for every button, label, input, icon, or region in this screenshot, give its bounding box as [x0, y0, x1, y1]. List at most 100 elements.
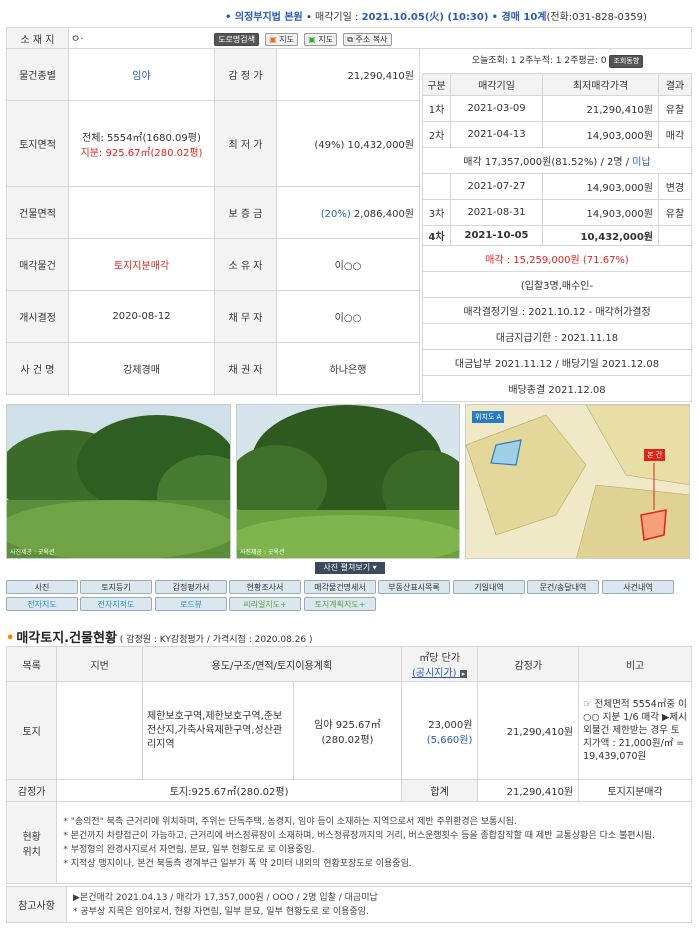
map-tab-1[interactable]: 전자지도 — [6, 597, 78, 611]
court-name: • 의정부지법 본원 — [225, 12, 303, 23]
payment-deadline: 대금지급기한 : 2021.11.18 — [422, 323, 692, 350]
debtor: 이○○ — [276, 290, 420, 343]
label-owner: 소 유 자 — [214, 238, 277, 291]
header-appraisal: 감정가 — [477, 646, 580, 682]
history-header-round: 구분 — [422, 73, 451, 96]
section-title: • 매각토지.건물현황 ( 감정원 : KY감정평가 / 가격시점 : 2020.… — [6, 631, 313, 646]
tab-4[interactable]: 현황조사서 — [229, 580, 301, 594]
sum-total-label: 합계 — [400, 779, 479, 802]
view-stats: 오늘조회: 1 2주누적: 1 2주평균: 0 조회동향 — [428, 53, 690, 68]
bidders-info: (입찰3명,매수인- — [422, 271, 692, 298]
appraisal-value: 21,290,410원 — [276, 48, 420, 101]
reference-table: 참고사항 ▶본건매각 2021.04.13 / 매각가 17,357,000원 … — [6, 886, 692, 923]
address-label: 소 재 지 — [6, 27, 69, 49]
building-area — [68, 186, 215, 239]
dividend-end: 배당종결 2021.12.08 — [422, 375, 692, 402]
unpaid-link[interactable]: 미납 — [632, 157, 650, 168]
sum-total: 21,290,410원 — [477, 779, 580, 802]
sum-label: 감정가 — [5, 779, 58, 802]
map-icon: ▣ — [269, 35, 277, 44]
label-sale-item: 매각물건 — [6, 238, 69, 291]
forest-photo — [7, 405, 230, 558]
map-tab-3[interactable]: 로드뷰 — [155, 597, 227, 611]
location-map[interactable]: 위치도 A 본 건 — [465, 404, 690, 559]
min-price: (49%) 10,432,000원 — [276, 100, 420, 187]
reference-notes: ▶본건매각 2021.04.13 / 매각가 17,357,000원 / OOO… — [66, 886, 692, 923]
land-usage: 제한보호구역,제한보호구역,준보전산지,가축사육제한구역,성산관리지역 — [141, 681, 295, 780]
table-row: 2차 2021-04-13 14,903,000원 매각 — [422, 121, 692, 148]
tab-9[interactable]: 사건내역 — [602, 580, 674, 594]
tab-8[interactable]: 문건/송달내역 — [527, 580, 599, 594]
sale-date: 2021.10.05(火) (10:30) — [361, 12, 489, 23]
map-tab-4[interactable]: 씨리얼지도+ — [229, 597, 301, 611]
status-notes: * "송의전" 북측 근거리에 위치하며, 주위는 단독주택, 농경지, 임야 … — [56, 801, 692, 884]
bullet-icon: • — [6, 631, 15, 646]
tab-1[interactable]: 사진 — [6, 580, 78, 594]
table-row: 3차 2021-08-31 14,903,000원 유찰 — [422, 199, 692, 226]
header-remark: 비고 — [578, 646, 692, 682]
chevron-down-icon: ▾ — [372, 563, 377, 572]
expand-photos-button[interactable]: 사진 펼쳐보기 ▾ — [315, 562, 385, 574]
sum-area: 토지:925.67㎡(280.02평) — [56, 779, 402, 802]
header-usage: 용도/구조/면적/토지이용계획 — [141, 646, 402, 682]
tab-6[interactable]: 부동산표시목록 — [378, 580, 450, 594]
deposit: (20%) 2,086,400원 — [276, 186, 420, 239]
table-row: 4차 2021-10-05 10,432,000원 — [422, 225, 692, 246]
tab-2[interactable]: 토지등기 — [80, 580, 152, 594]
land-area: 임야 925.67㎡ (280.02평) — [293, 681, 402, 780]
table-row: 2021-07-27 14,903,000원 변경 — [422, 173, 692, 200]
reference-label: 참고사항 — [6, 886, 67, 923]
final-sale: 매각 : 15,259,000원 (71.67%) — [422, 245, 692, 272]
row-label-land: 토지 — [5, 681, 58, 780]
case-name: 강제경매 — [68, 342, 215, 395]
property-photo-1[interactable]: 사진제공 : 굿옥션 — [6, 404, 231, 559]
creditor: 하나은행 — [276, 342, 420, 395]
label-start-decision: 개시결정 — [6, 290, 69, 343]
land-remark: ☞ 전체면적 5554㎡중 이○○ 지분 1/6 매각 ▶제시외물건 제한받는 … — [578, 681, 692, 780]
label-case-name: 사 건 명 — [6, 342, 69, 395]
info-icon: ▸ — [459, 670, 468, 678]
label-appraisal: 감 정 가 — [214, 48, 277, 101]
auction-history-table: 구분 매각기일 최저매각가격 결과 1차 2021-03-09 21,290,4… — [422, 73, 692, 402]
map-button-1[interactable]: ▣ 지도 — [265, 33, 299, 46]
view-count: 오늘조회: 1 2주누적: 1 2주평균: 0 — [471, 56, 607, 66]
property-info-table: 물건종별 임야 감 정 가 21,290,410원 토지면적 전체: 5554㎡… — [6, 48, 420, 395]
property-type: 임야 — [68, 48, 215, 101]
map-button-2[interactable]: ▣ 지도 — [304, 33, 338, 46]
tab-3[interactable]: 감정평가서 — [155, 580, 227, 594]
table-row: 토지 제한보호구역,제한보호구역,준보전산지,가축사육제한구역,성산관리지역 임… — [5, 681, 692, 780]
sale-item: 토지지분매각 — [68, 238, 215, 291]
status-label: 현황 위치 — [5, 801, 58, 884]
address-table: 소 재 지 ㅇ· 도로명검색 ▣ 지도 ▣ 지도 ⧉ 주소 복사 — [6, 27, 692, 49]
land-area-share: 지분: 925.67㎡(280.02평) — [80, 147, 203, 159]
label-building-area: 건물면적 — [6, 186, 69, 239]
copy-address-button[interactable]: ⧉ 주소 복사 — [343, 33, 392, 46]
map-tab-2[interactable]: 전자지적도 — [80, 597, 152, 611]
sale-note: 매각 17,357,000원(81.52%) / 2명 / 미납 — [422, 147, 692, 174]
label-creditor: 채 권 자 — [214, 342, 277, 395]
table-row: 1차 2021-03-09 21,290,410원 유찰 — [422, 95, 692, 122]
label-debtor: 채 무 자 — [214, 290, 277, 343]
map-tab-5[interactable]: 토지계획지도+ — [304, 597, 376, 611]
sum-remark: 토지지분매각 — [578, 779, 692, 802]
header-lot: 지번 — [56, 646, 143, 682]
view-trend-button[interactable]: 조회동향 — [609, 55, 644, 68]
case-header: • 의정부지법 본원 • 매각기일 : 2021.10.05(火) (10:30… — [0, 0, 700, 28]
land-area-total: 전체: 5554㎡(1680.09평) — [82, 132, 201, 144]
label-property-type: 물건종별 — [6, 48, 69, 101]
label-min-price: 최 저 가 — [214, 100, 277, 187]
sale-decision: 매각결정기일 : 2021.10.12 - 매각허가결정 — [422, 297, 692, 324]
public-price-link[interactable]: (공시지가) ▸ — [404, 664, 476, 679]
cadastral-map — [466, 405, 689, 558]
tab-5[interactable]: 매각물건명세서 — [304, 580, 376, 594]
address-value: ㅇ· — [71, 34, 84, 45]
auction-dept: • 경매 10계 — [491, 12, 547, 23]
road-name-search-button[interactable]: 도로명검색 — [214, 33, 259, 46]
tab-7[interactable]: 기일내역 — [453, 580, 525, 594]
land-appraisal: 21,290,410원 — [477, 681, 580, 780]
property-photo-2[interactable]: 사진제공 : 굿옥션 — [236, 404, 460, 559]
label-land-area: 토지면적 — [6, 100, 69, 187]
map-icon: ▣ — [308, 35, 316, 44]
land-status-table: 목록 지번 용도/구조/면적/토지이용계획 ㎡당 단가 (공시지가) ▸ 감정가… — [5, 646, 692, 884]
copy-icon: ⧉ — [347, 35, 353, 44]
